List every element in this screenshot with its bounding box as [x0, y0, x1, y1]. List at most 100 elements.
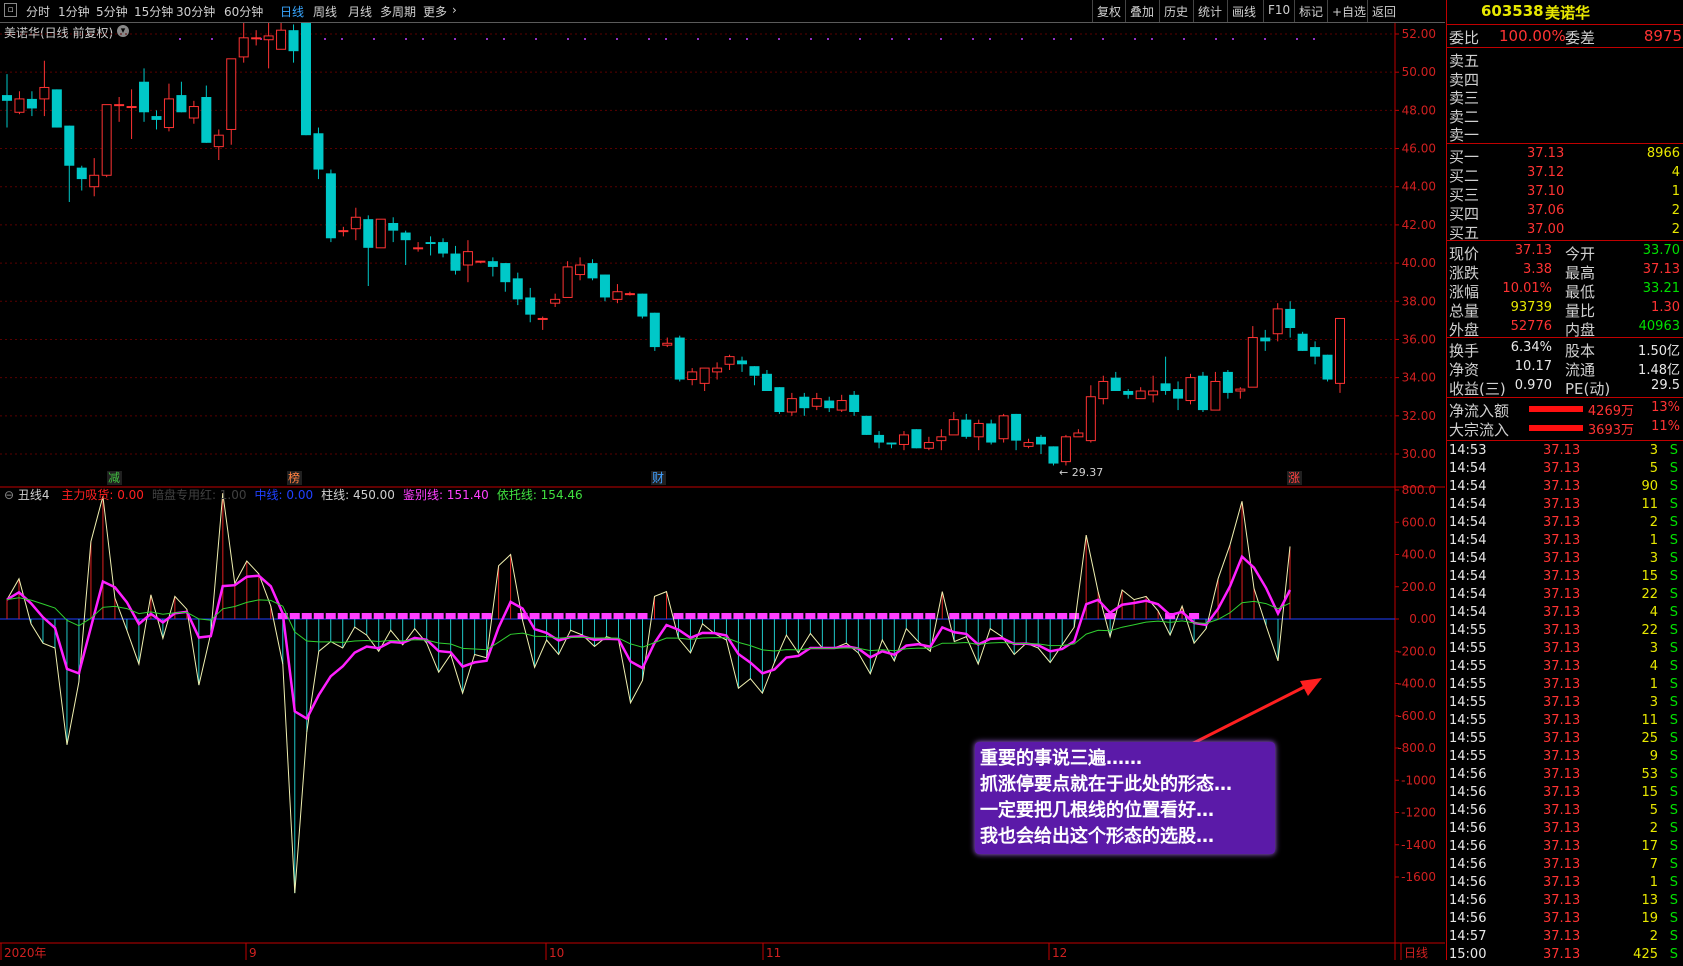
tick-volume: 3	[1649, 695, 1658, 710]
candle-body	[587, 263, 598, 279]
tick-volume: 4	[1649, 659, 1658, 674]
event-tag[interactable]: 减	[108, 471, 120, 485]
candle-body	[425, 242, 436, 244]
bid-price: 37.06	[1527, 203, 1565, 218]
period-tab[interactable]: 月线	[348, 3, 372, 20]
toolbar-action-button[interactable]: 标记	[1299, 3, 1323, 20]
tick-time: 14:55	[1449, 695, 1487, 710]
fundamental-value: 6.34%	[1510, 340, 1552, 355]
bid-level-row[interactable]: 买三 37.10 1	[1447, 184, 1683, 204]
tick-row: 14:56 37.13 1 S	[1447, 875, 1683, 894]
indicator-axis-label: 0.00	[1409, 612, 1436, 626]
tick-side: S	[1669, 587, 1678, 602]
tick-price: 37.13	[1543, 731, 1581, 746]
candle-body	[139, 81, 150, 113]
tick-volume: 3	[1649, 641, 1658, 656]
period-tab[interactable]: 更多	[423, 3, 447, 20]
tick-row: 14:57 37.13 2 S	[1447, 929, 1683, 948]
tick-side: S	[1669, 515, 1678, 530]
candle-body	[288, 30, 299, 52]
ask-level-row[interactable]: 卖二	[1447, 106, 1683, 126]
bid-level-row[interactable]: 买五 37.00 2	[1447, 222, 1683, 242]
toolbar-action-button[interactable]: +自选	[1332, 3, 1366, 20]
ask-level-row[interactable]: 卖一	[1447, 124, 1683, 144]
ask-level-row[interactable]: 卖五	[1447, 50, 1683, 70]
candle-body	[1098, 380, 1109, 400]
toolbar-action-button[interactable]: 返回	[1372, 3, 1396, 20]
period-tab[interactable]: 1分钟	[58, 3, 90, 20]
quote-stat-row: 涨幅 10.01% 最低 33.21	[1447, 281, 1683, 301]
indicator-legend-item: 柱线: 450.00	[321, 488, 395, 502]
tick-side: S	[1669, 443, 1678, 458]
tick-time: 14:56	[1449, 857, 1487, 872]
ask-level-row[interactable]: 卖三	[1447, 87, 1683, 107]
tick-volume: 3	[1649, 551, 1658, 566]
tick-side: S	[1669, 713, 1678, 728]
tick-side: S	[1669, 533, 1678, 548]
tick-row: 14:55 37.13 3 S	[1447, 641, 1683, 660]
candle-body	[151, 116, 162, 120]
bid-level-label: 买三	[1449, 186, 1480, 204]
tick-time: 14:56	[1449, 839, 1487, 854]
tick-time: 14:54	[1449, 605, 1487, 620]
tick-side: S	[1669, 551, 1678, 566]
candle-body	[1073, 432, 1084, 438]
bid-level-row[interactable]: 买二 37.12 4	[1447, 165, 1683, 185]
fundamental-value: 10.17	[1514, 359, 1552, 374]
candle-body	[238, 37, 249, 58]
stat-label: 最低	[1565, 283, 1596, 301]
tick-row: 14:56 37.13 13 S	[1447, 893, 1683, 912]
candle-body	[1123, 391, 1134, 395]
tick-volume: 5	[1649, 461, 1658, 476]
indicator-name[interactable]: 丑线4	[18, 488, 50, 502]
period-tab[interactable]: 日线	[280, 3, 304, 20]
candle-body	[39, 86, 50, 100]
tick-row: 14:56 37.13 2 S	[1447, 821, 1683, 840]
period-tab[interactable]: 15分钟	[134, 3, 173, 20]
toolbar-action-button[interactable]: 复权	[1097, 3, 1121, 20]
tick-time: 14:56	[1449, 803, 1487, 818]
toolbar-menu-icon[interactable]: ▫	[4, 3, 17, 17]
candle-body	[163, 98, 174, 129]
tick-time: 14:55	[1449, 731, 1487, 746]
toolbar-action-button[interactable]: 历史	[1164, 3, 1188, 20]
toolbar-action-button[interactable]: 画线	[1232, 3, 1256, 20]
bid-level-row[interactable]: 买一 37.13 8966	[1447, 146, 1683, 166]
bid-price: 37.12	[1527, 165, 1565, 180]
ask-level-row[interactable]: 卖四	[1447, 69, 1683, 89]
event-tag[interactable]: 财	[652, 471, 664, 485]
candle-body	[724, 356, 735, 365]
candle-body	[325, 173, 336, 239]
period-tab[interactable]: 60分钟	[224, 3, 263, 20]
tick-price: 37.13	[1543, 839, 1581, 854]
toolbar-action-button[interactable]: 统计	[1198, 3, 1222, 20]
period-tab[interactable]: 5分钟	[96, 3, 128, 20]
period-tab[interactable]: 30分钟	[176, 3, 215, 20]
more-chevron-icon[interactable]: ›	[452, 3, 457, 17]
note-line: 我也会给出这个形态的选股…	[980, 826, 1214, 847]
event-tag[interactable]: 榜	[288, 470, 300, 485]
period-tab[interactable]: 分时	[26, 3, 50, 20]
tick-time: 14:54	[1449, 551, 1487, 566]
stock-name: 美诺华	[1545, 4, 1591, 22]
bid-level-row[interactable]: 买四 37.06 2	[1447, 203, 1683, 223]
toolbar-action-button[interactable]: F10	[1268, 3, 1290, 17]
indicator-settings-icon[interactable]: ⊖	[4, 488, 14, 502]
period-tab[interactable]: 多周期	[380, 3, 416, 20]
candle-body	[649, 312, 660, 348]
tick-volume: 22	[1641, 587, 1658, 602]
tick-side: S	[1669, 803, 1678, 818]
tick-side: S	[1669, 821, 1678, 836]
toolbar-action-button[interactable]: 叠加	[1130, 3, 1154, 20]
candle-body	[251, 37, 262, 40]
candle-body	[500, 263, 511, 283]
tick-side: S	[1669, 857, 1678, 872]
tick-time: 14:56	[1449, 893, 1487, 908]
tick-volume: 9	[1649, 749, 1658, 764]
quote-stat-row: 外盘 52776 内盘 40963	[1447, 319, 1683, 339]
event-tag[interactable]: 涨	[1288, 470, 1300, 485]
candle-body	[973, 422, 984, 438]
indicator-axis-label: -400.0	[1397, 677, 1436, 691]
period-tab[interactable]: 周线	[313, 3, 337, 20]
candle-body	[363, 219, 374, 248]
